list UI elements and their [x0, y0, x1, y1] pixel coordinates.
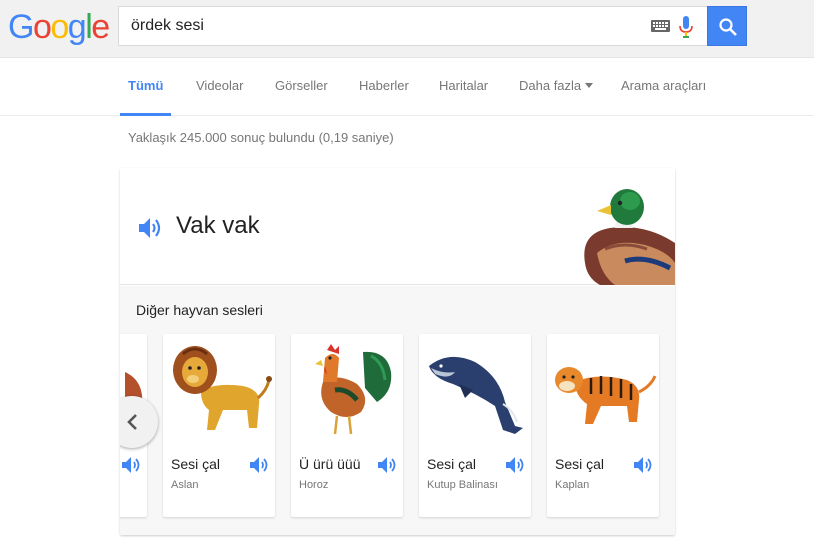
logo-letter: G: [8, 8, 34, 46]
animal-sound-card: Vak vak Diğer hayvan sesleri Sesi çal As…: [120, 168, 675, 535]
animal-name: Kutup Balinası: [427, 479, 498, 491]
rooster-icon: [315, 344, 392, 435]
tab-videos[interactable]: Videolar: [196, 58, 243, 116]
tab-maps[interactable]: Haritalar: [439, 58, 488, 116]
animal-card-lion[interactable]: Sesi çal Aslan: [163, 334, 275, 517]
search-box: [118, 6, 707, 46]
speaker-icon[interactable]: [121, 456, 141, 474]
header: Google: [0, 0, 814, 58]
speaker-icon[interactable]: [138, 216, 164, 240]
tab-news[interactable]: Haberler: [359, 58, 409, 116]
animal-card-tiger[interactable]: Sesi çal Kaplan: [547, 334, 659, 517]
logo-letter: e: [91, 8, 110, 46]
animal-name: Aslan: [171, 479, 199, 491]
tab-more[interactable]: Daha fazla: [519, 58, 594, 116]
play-label: Sesi çal: [171, 456, 221, 472]
play-label: Sesi çal: [427, 456, 477, 472]
keyboard-icon[interactable]: [651, 20, 670, 32]
tiger-icon: [555, 367, 657, 424]
duck-icon: [584, 189, 675, 285]
logo-letter: g: [67, 8, 87, 46]
card-header: Vak vak: [120, 168, 675, 285]
speaker-icon[interactable]: [249, 456, 269, 474]
page: Google ördek sesi Tümü Videolar Görselle…: [0, 0, 814, 548]
sound-text: Vak vak: [176, 212, 260, 239]
whale-icon: [429, 356, 523, 434]
animal-name: Horoz: [299, 479, 329, 491]
tab-more-label: Daha fazla: [519, 78, 582, 93]
play-label: Sesi çal: [555, 456, 605, 472]
mic-icon[interactable]: [679, 16, 693, 38]
chevron-left-icon: [127, 414, 137, 430]
speaker-icon[interactable]: [633, 456, 653, 474]
speaker-icon[interactable]: [377, 456, 397, 474]
speaker-icon[interactable]: [505, 456, 525, 474]
caret-down-icon: [585, 83, 594, 89]
animal-card-whale[interactable]: Sesi çal Kutup Balinası: [419, 334, 531, 517]
play-label: Ü ürü üüü: [299, 456, 361, 472]
tab-search-tools[interactable]: Arama araçları: [621, 58, 706, 116]
other-sounds-section: Diğer hayvan sesleri Sesi çal Aslan Ü ür…: [120, 286, 675, 535]
search-tabs: Tümü Videolar Görseller Haberler Harital…: [0, 58, 814, 116]
lion-icon: [173, 346, 272, 430]
search-icon: [719, 18, 737, 36]
google-logo[interactable]: Google: [8, 7, 110, 47]
prev-button[interactable]: [120, 396, 158, 448]
logo-letter: o: [32, 8, 52, 46]
search-input[interactable]: [131, 7, 631, 45]
search-button[interactable]: [707, 6, 747, 46]
tab-all[interactable]: Tümü: [120, 58, 172, 116]
animal-name: Kaplan: [555, 479, 590, 491]
animal-card-rooster[interactable]: Ü ürü üüü Horoz: [291, 334, 403, 517]
logo-letter: o: [50, 8, 69, 46]
other-sounds-title: Diğer hayvan sesleri: [136, 302, 263, 318]
result-stats: Yaklaşık 245.000 sonuç bulundu (0,19 san…: [128, 130, 394, 145]
tab-images[interactable]: Görseller: [275, 58, 328, 116]
